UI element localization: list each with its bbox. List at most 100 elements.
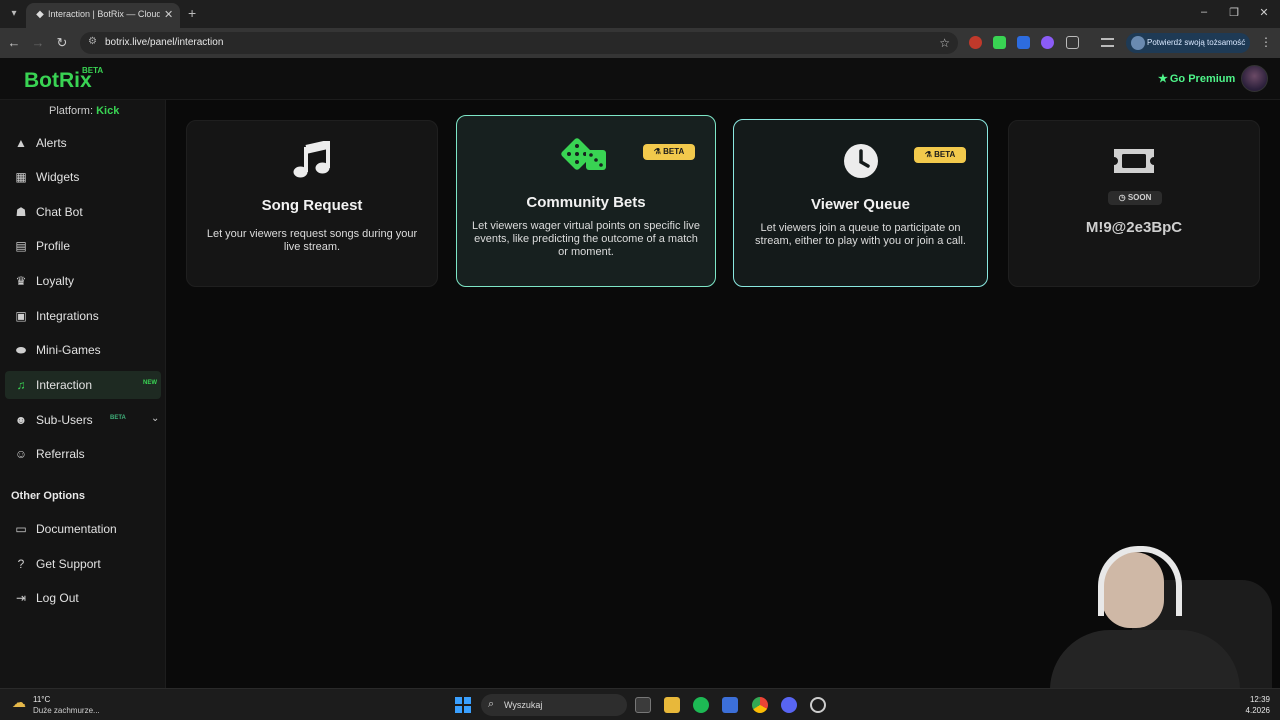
- card-viewer-queue[interactable]: ⚗ BETA Viewer Queue Let viewers join a q…: [733, 119, 988, 287]
- flask-icon: ⚗: [653, 147, 664, 156]
- card-title: Song Request: [261, 197, 363, 214]
- card-title: Community Bets: [526, 194, 646, 211]
- discord-icon[interactable]: [781, 697, 797, 713]
- sidebar-item-label: Referrals: [36, 447, 85, 461]
- chrome-icon[interactable]: [752, 697, 768, 713]
- soon-badge: ◷ SOON: [1108, 191, 1162, 205]
- browser-toolbar: ← → ↻ ⚙ botrix.live/panel/interaction ☆ …: [0, 28, 1280, 58]
- sidebar-item-loyalty[interactable]: ♛ Loyalty: [5, 267, 161, 295]
- sidebar-item-label: Integrations: [36, 309, 99, 323]
- logout-icon: ⇥: [15, 591, 27, 605]
- clock-small-icon: ◷: [1118, 193, 1128, 202]
- file-explorer-icon[interactable]: [664, 697, 680, 713]
- beta-badge: ⚗ BETA: [914, 147, 966, 163]
- favicon-icon: ◆: [36, 9, 44, 20]
- bookmark-star-icon[interactable]: ☆: [939, 36, 950, 50]
- task-view-icon[interactable]: [635, 697, 651, 713]
- profile-button[interactable]: Potwierdź swoją tożsamość: [1126, 33, 1250, 53]
- webcam-overlay: [1040, 540, 1280, 688]
- weather-icon[interactable]: ☁: [12, 694, 26, 711]
- extension-kick-icon[interactable]: [993, 36, 1006, 49]
- card-description: Let viewers join a queue to participate …: [755, 222, 966, 247]
- sidebar-item-mini-games[interactable]: ⬬ Mini-Games: [5, 336, 161, 364]
- user-group-icon: ☺: [14, 447, 28, 461]
- tab-close-icon[interactable]: ✕: [164, 8, 173, 21]
- browser-tab[interactable]: ◆ Interaction | BotRix — Cloud St ✕: [26, 3, 180, 28]
- trophy-icon: ♛: [15, 274, 27, 288]
- go-premium-button[interactable]: ★ Go Premium: [1158, 72, 1235, 85]
- windows-taskbar: ☁ 11°C Duże zachmurze... ⌕ Wyszukaj 12:3…: [0, 688, 1280, 720]
- sidebar-item-label: Interaction: [36, 378, 93, 392]
- sidebar-item-profile[interactable]: ▤ Profile: [5, 232, 161, 260]
- sidebar-item-referrals[interactable]: ☺ Referrals: [5, 440, 161, 468]
- chevron-down-icon[interactable]: ⌄: [151, 413, 159, 424]
- gamepad-icon: ⬬: [15, 343, 27, 357]
- music-note-icon: [292, 139, 332, 184]
- beta-badge: BETA: [110, 415, 126, 421]
- book-icon: ▭: [15, 522, 27, 536]
- back-icon[interactable]: ←: [6, 35, 22, 51]
- logo-beta-badge: BETA: [82, 66, 104, 75]
- sidebar-item-widgets[interactable]: ▦ Widgets: [5, 163, 161, 191]
- sidebar-item-interaction[interactable]: ♫ Interaction NEW: [5, 371, 161, 399]
- browser-menu-icon[interactable]: ⋮: [1260, 35, 1272, 49]
- robot-icon: ☗: [15, 205, 27, 219]
- sidebar-item-label: Alerts: [36, 136, 67, 150]
- sidebar-item-integrations[interactable]: ▣ Integrations: [5, 302, 161, 330]
- extension-3-icon[interactable]: [1017, 36, 1030, 49]
- dice-icon: [561, 136, 611, 181]
- window-close-icon[interactable]: ✕: [1256, 6, 1272, 19]
- weather-description: Duże zachmurze...: [33, 706, 100, 715]
- badge-label: SOON: [1127, 193, 1152, 202]
- forward-icon[interactable]: →: [30, 35, 46, 51]
- tab-search-icon[interactable]: ▾: [6, 6, 22, 22]
- reload-icon[interactable]: ↻: [54, 35, 70, 51]
- sidebar-item-label: Loyalty: [36, 274, 75, 288]
- card-description: Let viewers wager virtual points on spec…: [471, 220, 701, 258]
- music-icon: ♫: [16, 378, 26, 392]
- sidebar-item-get-support[interactable]: ? Get Support: [5, 550, 161, 578]
- site-info-icon[interactable]: ⚙: [88, 36, 97, 47]
- sidebar-item-alerts[interactable]: ▲ Alerts: [5, 129, 161, 157]
- ticket-icon: [1112, 147, 1156, 180]
- store-icon[interactable]: [722, 697, 738, 713]
- taskbar-search[interactable]: ⌕ Wyszukaj: [481, 694, 627, 716]
- spotify-icon[interactable]: [693, 697, 709, 713]
- sidebar-item-label: Log Out: [36, 591, 79, 605]
- sidebar: Platform: Kick ▲ Alerts ▦ Widgets ☗ Chat…: [0, 100, 166, 688]
- flask-icon: ⚗: [924, 150, 935, 159]
- address-bar[interactable]: ⚙ botrix.live/panel/interaction ☆: [80, 32, 958, 54]
- reading-list-icon[interactable]: [1101, 38, 1114, 47]
- platform-label: Platform:: [49, 105, 94, 117]
- clock-icon: [842, 142, 880, 185]
- sidebar-item-documentation[interactable]: ▭ Documentation: [5, 515, 161, 543]
- sidebar-item-label: Widgets: [36, 170, 80, 184]
- sidebar-item-label: Mini-Games: [36, 343, 101, 357]
- system-clock[interactable]: 12:39 4.2026: [1236, 694, 1270, 716]
- app-icon[interactable]: [810, 697, 826, 713]
- headset-icon: [1098, 546, 1182, 616]
- badge-label: BETA: [934, 150, 956, 159]
- browser-tab-bar: ▾ ◆ Interaction | BotRix — Cloud St ✕ + …: [0, 0, 1280, 28]
- card-song-request[interactable]: Song Request Let your viewers request so…: [186, 120, 438, 287]
- question-icon: ?: [17, 557, 25, 571]
- card-community-bets[interactable]: ⚗ BETA Community Bets Let viewers wager …: [456, 115, 716, 287]
- webcam-person-body: [1050, 630, 1240, 688]
- restore-icon[interactable]: ❐: [1226, 6, 1242, 19]
- extension-4-icon[interactable]: [1041, 36, 1054, 49]
- extensions-puzzle-icon[interactable]: [1066, 36, 1079, 49]
- extension-1-icon[interactable]: [969, 36, 982, 49]
- card-title: M!9@2e3BpC: [1085, 219, 1183, 236]
- card-coming-soon[interactable]: ◷ SOON M!9@2e3BpC: [1008, 120, 1260, 287]
- new-tab-button[interactable]: +: [188, 5, 196, 21]
- id-card-icon: ▤: [15, 239, 27, 253]
- user-avatar[interactable]: [1241, 65, 1268, 92]
- sidebar-item-log-out[interactable]: ⇥ Log Out: [5, 584, 161, 612]
- clock-date: 4.2026: [1245, 706, 1270, 715]
- sidebar-item-chat-bot[interactable]: ☗ Chat Bot: [5, 198, 161, 226]
- sidebar-item-sub-users[interactable]: ☻ Sub-Users BETA ⌄: [5, 406, 161, 434]
- go-premium-label: Go Premium: [1169, 73, 1236, 85]
- windows-start-icon[interactable]: [455, 697, 471, 713]
- search-placeholder: Wyszukaj: [504, 700, 543, 710]
- minimize-icon[interactable]: –: [1196, 6, 1212, 18]
